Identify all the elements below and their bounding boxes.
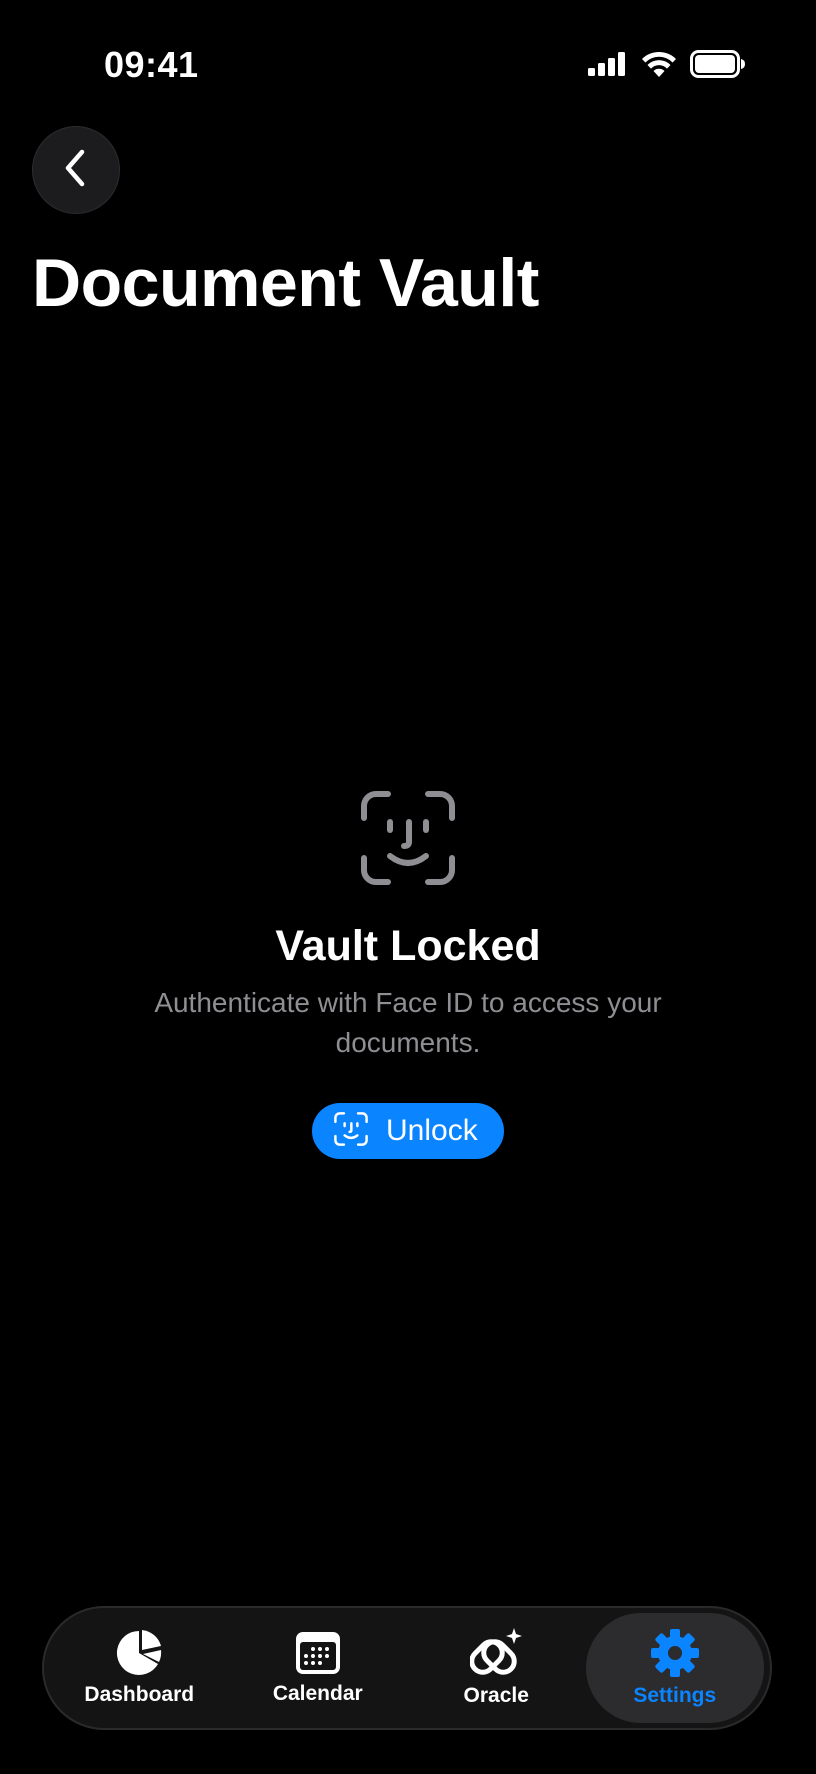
unlock-button-label: Unlock — [386, 1114, 478, 1147]
tab-dashboard[interactable]: Dashboard — [50, 1613, 229, 1723]
tab-label: Dashboard — [84, 1683, 195, 1706]
page-title: Document Vault — [32, 245, 539, 321]
status-time: 09:41 — [104, 44, 199, 85]
status-bar: 09:41 — [0, 0, 816, 130]
tab-label: Calendar — [272, 1682, 363, 1705]
tab-bar: Dashboard Calendar Oracle Settings — [42, 1606, 772, 1730]
tab-label: Settings — [633, 1684, 717, 1707]
face-id-icon — [360, 790, 456, 886]
pie-chart-icon — [115, 1629, 163, 1677]
tab-label: Oracle — [463, 1684, 529, 1707]
unlock-button[interactable]: Unlock — [312, 1103, 504, 1159]
tab-calendar[interactable]: Calendar — [229, 1613, 408, 1723]
back-button[interactable] — [32, 126, 120, 214]
gear-icon — [650, 1628, 700, 1678]
battery-icon — [690, 50, 746, 83]
face-id-icon — [334, 1111, 368, 1151]
vault-locked-message: Authenticate with Face ID to access your… — [154, 987, 662, 1058]
cellular-signal-icon — [588, 52, 628, 81]
vault-locked-panel: Vault Locked Authenticate with Face ID t… — [0, 790, 816, 1159]
tab-oracle[interactable]: Oracle — [407, 1613, 586, 1723]
wifi-icon — [642, 51, 676, 82]
vault-locked-title: Vault Locked — [275, 922, 541, 970]
calendar-icon — [294, 1630, 342, 1676]
sparkle-link-icon — [470, 1628, 523, 1678]
tab-settings[interactable]: Settings — [585, 1613, 764, 1723]
chevron-left-icon — [60, 148, 92, 193]
status-icons — [588, 50, 746, 83]
